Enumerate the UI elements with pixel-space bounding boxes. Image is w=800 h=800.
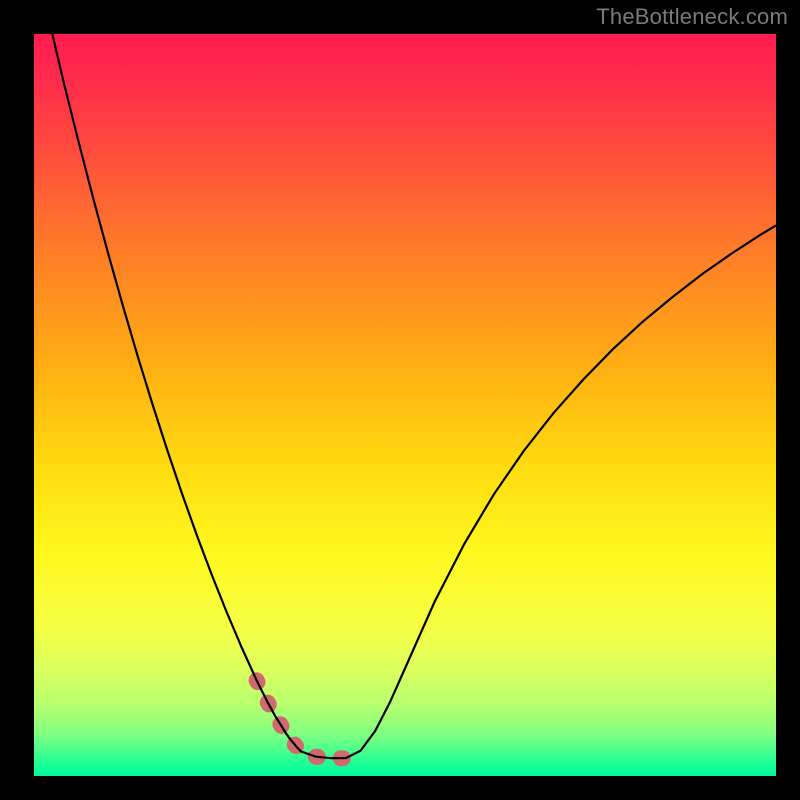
watermark-label: TheBottleneck.com (596, 4, 788, 30)
chart-svg (34, 34, 776, 776)
plot-area (34, 34, 776, 776)
plot-frame: TheBottleneck.com (0, 0, 800, 800)
gradient-background (34, 34, 776, 776)
